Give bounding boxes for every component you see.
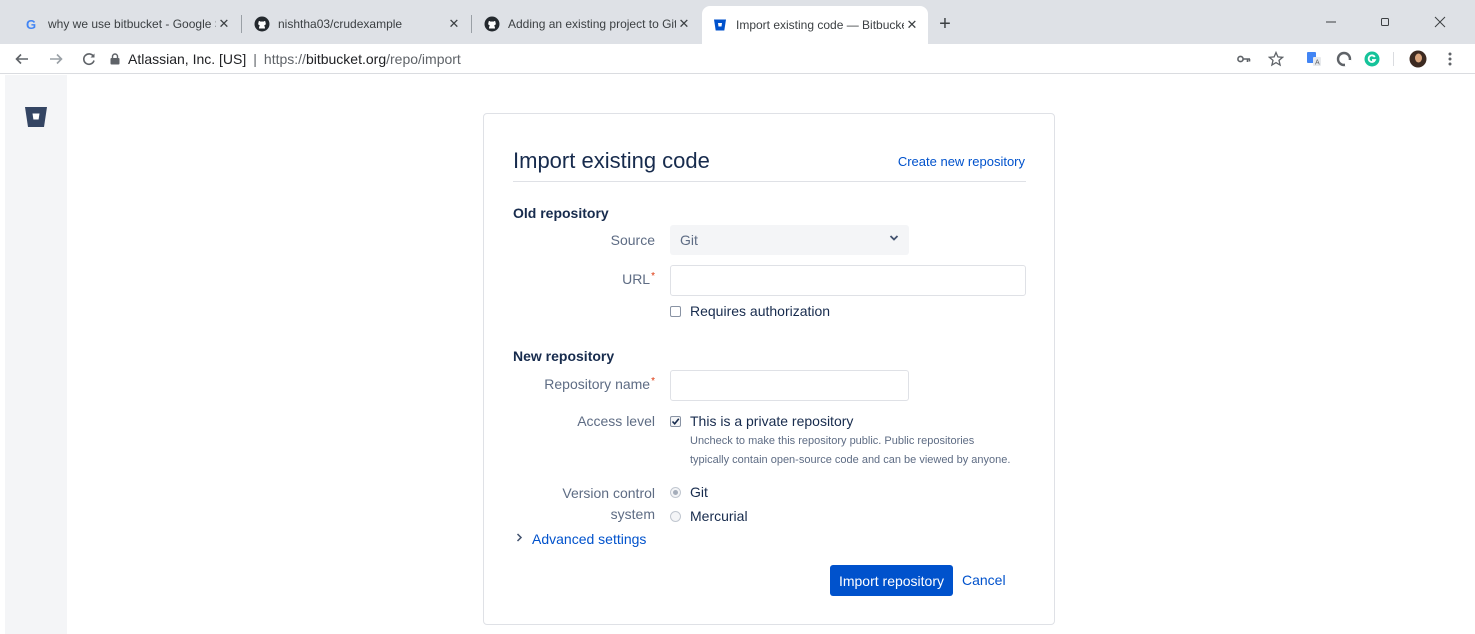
tab-adding-project[interactable]: Adding an existing project to Git ✕ [474, 8, 700, 40]
key-icon[interactable] [1234, 49, 1254, 69]
restore-icon[interactable] [1365, 8, 1405, 36]
window-close-icon[interactable] [1420, 8, 1460, 36]
version-control-label-line: system [610, 506, 655, 522]
profile-avatar[interactable] [1408, 49, 1428, 69]
requires-authorization-checkbox[interactable]: Requires authorization [670, 303, 830, 319]
close-icon[interactable]: ✕ [216, 16, 232, 32]
url-input[interactable] [670, 265, 1026, 296]
private-repository-label: This is a private repository [690, 413, 854, 429]
chevron-down-icon [889, 233, 899, 246]
tab-crudexample[interactable]: nishtha03/crudexample ✕ [244, 8, 470, 40]
kebab-menu-icon[interactable] [1440, 49, 1460, 69]
checkbox-box[interactable] [670, 305, 681, 317]
private-help-line: typically contain open-source code and c… [690, 454, 1011, 466]
vcs-mercurial-label: Mercurial [690, 508, 748, 524]
cancel-link[interactable]: Cancel [962, 572, 1006, 588]
version-control-label: Version control system [495, 483, 655, 525]
advanced-settings-toggle[interactable]: Advanced settings [516, 531, 646, 547]
import-form-card: Import existing code Create new reposito… [483, 113, 1055, 625]
vcs-git-label: Git [690, 484, 708, 500]
bitbucket-logo-icon[interactable] [24, 105, 48, 129]
bookmark-star-icon[interactable] [1266, 49, 1286, 69]
close-icon[interactable]: ✕ [676, 16, 692, 32]
browser-toolbar: Atlassian, Inc. [US] | https://bitbucket… [0, 44, 1475, 74]
close-icon[interactable]: ✕ [446, 16, 462, 32]
tab-title: why we use bitbucket - Google S [48, 17, 216, 31]
url-prefix: https:// [263, 51, 306, 67]
vcs-mercurial-radio[interactable]: Mercurial [670, 508, 748, 524]
tab-separator [241, 15, 242, 33]
source-selected-value: Git [680, 232, 698, 248]
page-title: Import existing code [513, 148, 710, 173]
translate-extension-icon[interactable]: A [1304, 49, 1324, 69]
browser-tab-strip: G why we use bitbucket - Google S ✕ nish… [0, 0, 1475, 44]
site-organization: Atlassian, Inc. [US] [128, 51, 247, 67]
github-icon [254, 16, 270, 32]
source-label: Source [610, 232, 655, 248]
close-icon[interactable]: ✕ [904, 17, 920, 33]
import-repository-button[interactable]: Import repository [830, 565, 953, 596]
repository-name-input[interactable] [670, 370, 909, 401]
radio-unselected-icon[interactable] [670, 510, 681, 522]
requires-authorization-label: Requires authorization [690, 303, 831, 319]
tab-import-existing-code[interactable]: Import existing code — Bitbucke ✕ [702, 6, 928, 44]
tab-separator [471, 15, 472, 33]
tab-title: Adding an existing project to Git [508, 17, 676, 31]
minimize-icon[interactable] [1311, 8, 1351, 36]
svg-text:A: A [1315, 60, 1320, 67]
address-separator: | [253, 51, 257, 67]
required-marker: * [651, 271, 655, 282]
source-select[interactable]: Git [670, 225, 909, 255]
reload-icon[interactable] [77, 47, 101, 71]
url-path: /repo/import [386, 51, 461, 67]
new-repository-heading: New repository [513, 348, 615, 364]
lock-icon [110, 53, 120, 65]
private-help-text: Uncheck to make this repository public. … [690, 432, 1010, 470]
version-control-label-line: Version control [562, 485, 655, 501]
create-new-repository-link[interactable]: Create new repository [898, 154, 1025, 169]
heading-divider [513, 181, 1026, 182]
url-host: bitbucket.org [305, 51, 387, 67]
address-bar[interactable]: Atlassian, Inc. [US] | https://bitbucket… [110, 46, 1220, 72]
grammarly-icon[interactable] [1362, 49, 1382, 69]
url-label: URL* [495, 271, 655, 287]
chevron-right-icon [516, 533, 523, 545]
old-repository-heading: Old repository [513, 205, 609, 221]
bitbucket-icon [712, 17, 728, 33]
access-level-label: Access level [577, 413, 655, 429]
tab-title: nishtha03/crudexample [278, 17, 403, 31]
repository-name-label: Repository name* [495, 376, 655, 392]
url-label-text: URL [622, 271, 651, 287]
global-sidebar [5, 75, 67, 634]
vcs-git-radio[interactable]: Git [670, 484, 708, 500]
repository-name-label-text: Repository name [544, 376, 651, 392]
back-arrow-icon[interactable] [10, 47, 34, 71]
private-repository-checkbox[interactable]: This is a private repository [670, 413, 853, 429]
advanced-settings-label: Advanced settings [532, 531, 647, 547]
forward-arrow-icon[interactable] [44, 47, 68, 71]
radio-selected-icon[interactable] [670, 486, 681, 498]
private-help-line: Uncheck to make this repository public. … [690, 435, 975, 447]
svg-text:G: G [26, 17, 36, 31]
google-icon: G [24, 16, 40, 32]
tab-title: Import existing code — Bitbucke [736, 18, 904, 32]
checkmark-icon[interactable] [670, 415, 681, 427]
required-marker: * [651, 376, 655, 387]
new-tab-button[interactable]: + [933, 12, 957, 36]
github-icon [484, 16, 500, 32]
tab-google-search[interactable]: G why we use bitbucket - Google S ✕ [14, 8, 240, 40]
toolbar-divider [1393, 52, 1394, 66]
extension-circle-icon[interactable] [1334, 49, 1354, 69]
